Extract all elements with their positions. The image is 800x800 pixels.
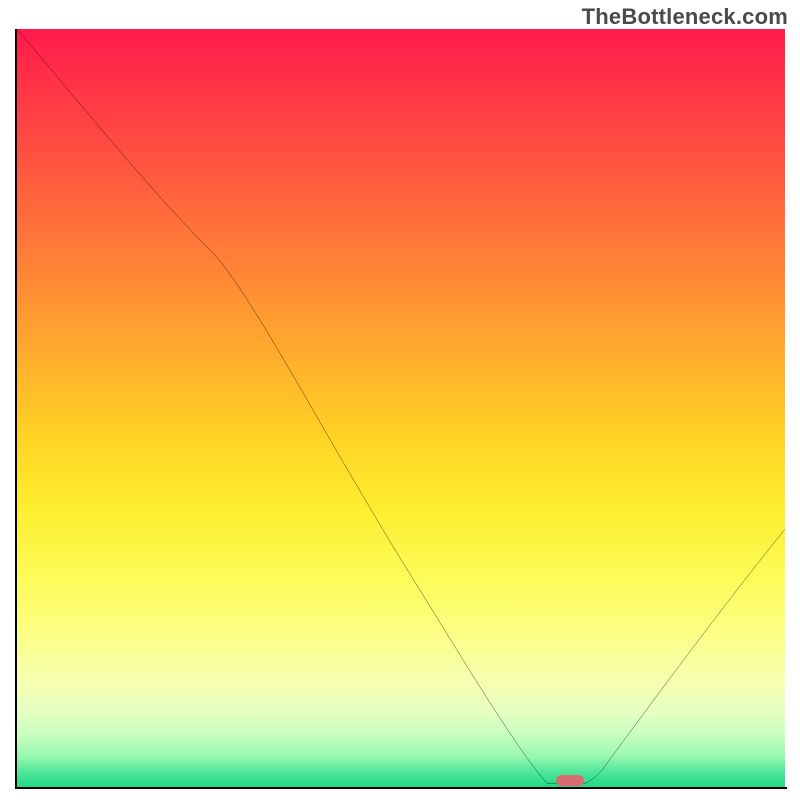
- x-axis: [15, 787, 787, 789]
- plot-area: [17, 29, 785, 787]
- curve-layer: [17, 29, 785, 787]
- chart-stage: TheBottleneck.com: [0, 0, 800, 800]
- optimum-marker: [556, 775, 584, 786]
- bottleneck-curve: [17, 29, 785, 783]
- watermark-text: TheBottleneck.com: [582, 4, 788, 30]
